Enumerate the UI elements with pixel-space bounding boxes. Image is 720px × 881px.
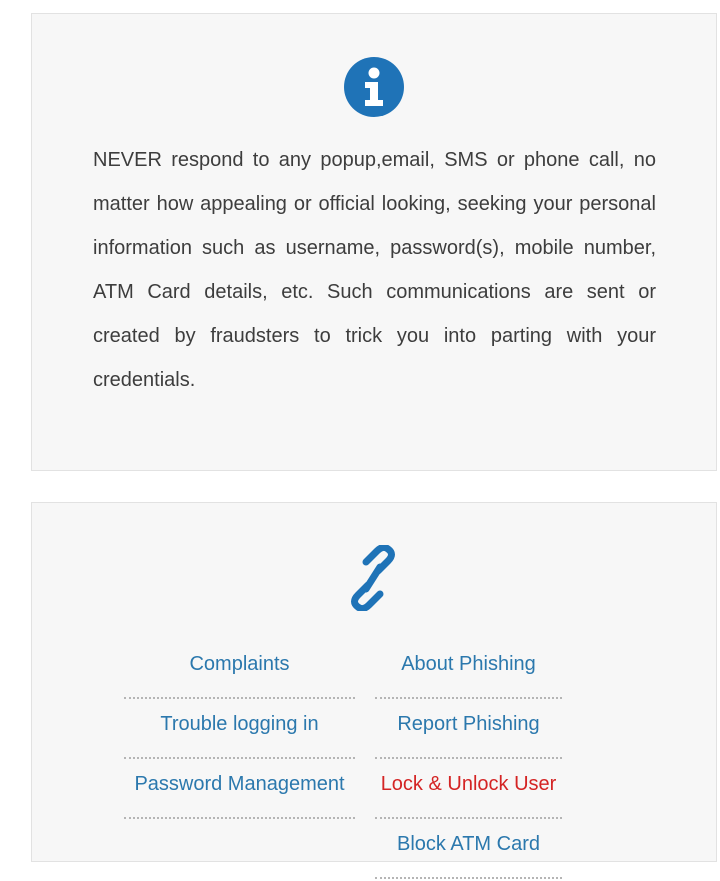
block-atm-card-link[interactable]: Block ATM Card: [375, 821, 562, 879]
complaints-link[interactable]: Complaints: [124, 641, 355, 699]
quick-links-panel: Complaints Trouble logging in Password M…: [31, 502, 717, 879]
link-icon: [351, 545, 395, 611]
links-column-left: Complaints Trouble logging in Password M…: [124, 641, 355, 821]
report-phishing-link[interactable]: Report Phishing: [375, 701, 562, 759]
phishing-warning-text: NEVER respond to any popup,email, SMS or…: [93, 149, 656, 391]
info-icon: [344, 57, 404, 117]
about-phishing-link[interactable]: About Phishing: [375, 641, 562, 699]
trouble-logging-in-link[interactable]: Trouble logging in: [124, 701, 355, 759]
security-notice-panel: NEVER respond to any popup,email, SMS or…: [31, 13, 717, 471]
password-management-link[interactable]: Password Management: [124, 761, 355, 819]
links-column-right: About Phishing Report Phishing Lock & Un…: [375, 641, 562, 881]
lock-unlock-user-link[interactable]: Lock & Unlock User: [375, 761, 562, 819]
